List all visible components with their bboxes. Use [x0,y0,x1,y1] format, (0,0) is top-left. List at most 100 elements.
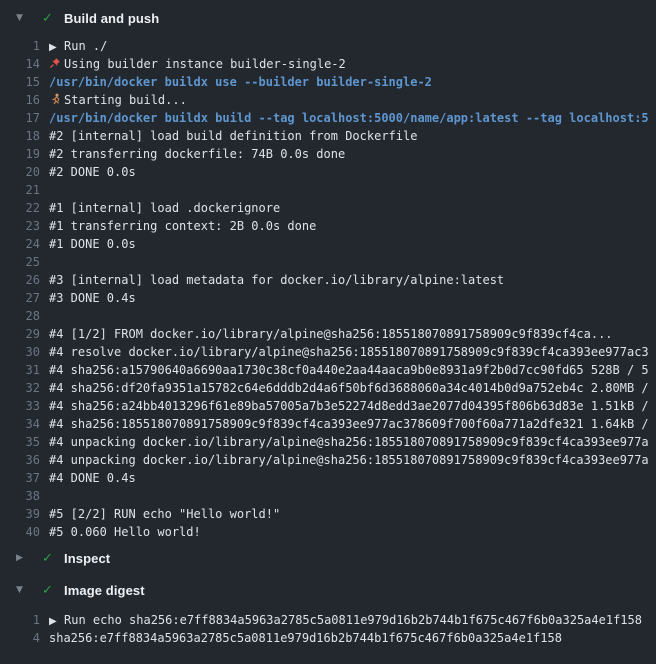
line-number[interactable]: 20 [0,163,40,181]
log-line: 25 [0,253,656,271]
log-line-text: #5 [2/2] RUN echo "Hello world!" [49,507,280,521]
log-line-text: #4 sha256:185518070891758909c9f839cf4ca3… [49,417,649,431]
log-line-content: #4 DONE 0.4s [40,469,136,487]
line-number[interactable]: 25 [0,253,40,271]
line-number[interactable]: 31 [0,361,40,379]
log-line: 38 [0,487,656,505]
line-number[interactable]: 18 [0,127,40,145]
play-icon: ▶ [49,39,64,55]
line-number[interactable]: 14 [0,55,40,73]
line-number[interactable]: 15 [0,73,40,91]
runner-icon [49,91,64,109]
log-line: 37 #4 DONE 0.4s [0,469,656,487]
line-number[interactable]: 1 [0,37,40,55]
log-line: 1▶Run ./ [0,37,656,55]
section-title: Inspect [64,551,110,566]
log-line: 1▶Run echo sha256:e7ff8834a5963a2785c5a0… [0,611,656,629]
log-line-content: Using builder instance builder-single-2 [40,55,346,73]
line-number[interactable]: 21 [0,181,40,199]
log-line-content: #4 sha256:a15790640a6690aa1730c38cf0a440… [40,361,649,379]
line-number[interactable]: 19 [0,145,40,163]
log-line-content: #3 [internal] load metadata for docker.i… [40,271,504,289]
line-number[interactable]: 24 [0,235,40,253]
log-line-content: #2 [internal] load build definition from… [40,127,417,145]
line-number[interactable]: 28 [0,307,40,325]
log-line: 21 [0,181,656,199]
log-line-text: #4 sha256:a15790640a6690aa1730c38cf0a440… [49,363,649,377]
log-line-text: sha256:e7ff8834a5963a2785c5a0811e979d16b… [49,631,562,645]
log-line: 34 #4 sha256:185518070891758909c9f839cf4c… [0,415,656,433]
line-number[interactable]: 30 [0,343,40,361]
log-line-text: #3 DONE 0.4s [49,291,136,305]
line-number[interactable]: 39 [0,505,40,523]
log-line-content [40,253,49,271]
play-icon: ▶ [49,613,64,629]
log-line-text: #4 DONE 0.4s [49,471,136,485]
log-line-text: #2 DONE 0.0s [49,165,136,179]
log-line: 33#4 sha256:a24bb4013296f61e89ba57005a7b… [0,397,656,415]
section-title: Image digest [64,583,145,598]
log-line: 36 #4 unpacking docker.io/library/alpine@… [0,451,656,469]
log-line-text: /usr/bin/docker buildx build --tag local… [49,111,649,125]
log-line-content: #5 0.060 Hello world! [40,523,201,541]
log-line: 27 #3 DONE 0.4s [0,289,656,307]
log-line-text: #4 sha256:df20fa9351a15782c64e6dddb2d4a6… [49,381,649,395]
log-line: 26#3 [internal] load metadata for docker… [0,271,656,289]
log-line-text: Run ./ [64,39,107,53]
log-line-text: #4 unpacking docker.io/library/alpine@sh… [49,453,649,467]
line-number[interactable]: 29 [0,325,40,343]
log-line-content: #4 unpacking docker.io/library/alpine@sh… [40,433,649,451]
line-number[interactable]: 35 [0,433,40,451]
log-line-text: #4 resolve docker.io/library/alpine@sha2… [49,345,649,359]
line-number[interactable]: 4 [0,629,40,647]
log-line-content: #4 [1/2] FROM docker.io/library/alpine@s… [40,325,613,343]
line-number[interactable]: 23 [0,217,40,235]
log-line: 22#1 [internal] load .dockerignore [0,199,656,217]
log-line-text: #4 unpacking docker.io/library/alpine@sh… [49,435,649,449]
log-line-text: #2 [internal] load build definition from… [49,129,417,143]
line-number[interactable]: 22 [0,199,40,217]
section-header-build-and-push[interactable]: ▼✓Build and push [0,6,656,30]
line-number[interactable]: 36 [0,451,40,469]
section-header-inspect[interactable]: ▶✓Inspect [0,546,656,570]
log-line-text: #4 [1/2] FROM docker.io/library/alpine@s… [49,327,613,341]
log-line: 40#5 0.060 Hello world! [0,523,656,541]
section-title: Build and push [64,11,159,26]
line-number[interactable]: 16 [0,91,40,109]
line-number[interactable]: 32 [0,379,40,397]
section-header-image-digest[interactable]: ▼✓Image digest [0,578,656,602]
log-line: 16Starting build... [0,91,656,109]
check-icon: ✓ [42,551,56,566]
log-line: 20 #2 DONE 0.0s [0,163,656,181]
log-line-content: #5 [2/2] RUN echo "Hello world!" [40,505,280,523]
log-line-text: Run echo sha256:e7ff8834a5963a2785c5a081… [64,613,642,627]
log-line: 24 #1 DONE 0.0s [0,235,656,253]
line-number[interactable]: 27 [0,289,40,307]
line-number[interactable]: 1 [0,611,40,629]
log-line-content: /usr/bin/docker buildx build --tag local… [40,109,649,127]
log-line-content: #2 DONE 0.0s [40,163,136,181]
log-line: 23#1 transferring context: 2B 0.0s done [0,217,656,235]
line-number[interactable]: 26 [0,271,40,289]
line-number[interactable]: 38 [0,487,40,505]
log-line-text: /usr/bin/docker buildx use --builder bui… [49,75,432,89]
line-number[interactable]: 34 [0,415,40,433]
log-line-content: ▶Run echo sha256:e7ff8834a5963a2785c5a08… [40,611,642,629]
log-line-content [40,487,49,505]
log-line: 18 #2 [internal] load build definition fr… [0,127,656,145]
line-number[interactable]: 17 [0,109,40,127]
chevron-down-icon: ▼ [16,13,28,23]
line-number[interactable]: 33 [0,397,40,415]
line-number[interactable]: 37 [0,469,40,487]
log-line-content: #4 unpacking docker.io/library/alpine@sh… [40,451,649,469]
log-line: 30 #4 resolve docker.io/library/alpine@sh… [0,343,656,361]
log-line-text: #1 DONE 0.0s [49,237,136,251]
log-line-content: #4 resolve docker.io/library/alpine@sha2… [40,343,649,361]
log-line-content: ▶Run ./ [40,37,107,55]
line-number[interactable]: 40 [0,523,40,541]
log-line-content: sha256:e7ff8834a5963a2785c5a0811e979d16b… [40,629,562,647]
log-line: 29 #4 [1/2] FROM docker.io/library/alpine… [0,325,656,343]
log-line: 17/usr/bin/docker buildx build --tag loc… [0,109,656,127]
log-block-image-digest: 1▶Run echo sha256:e7ff8834a5963a2785c5a0… [0,611,656,647]
log-line-content: #4 sha256:df20fa9351a15782c64e6dddb2d4a6… [40,379,649,397]
